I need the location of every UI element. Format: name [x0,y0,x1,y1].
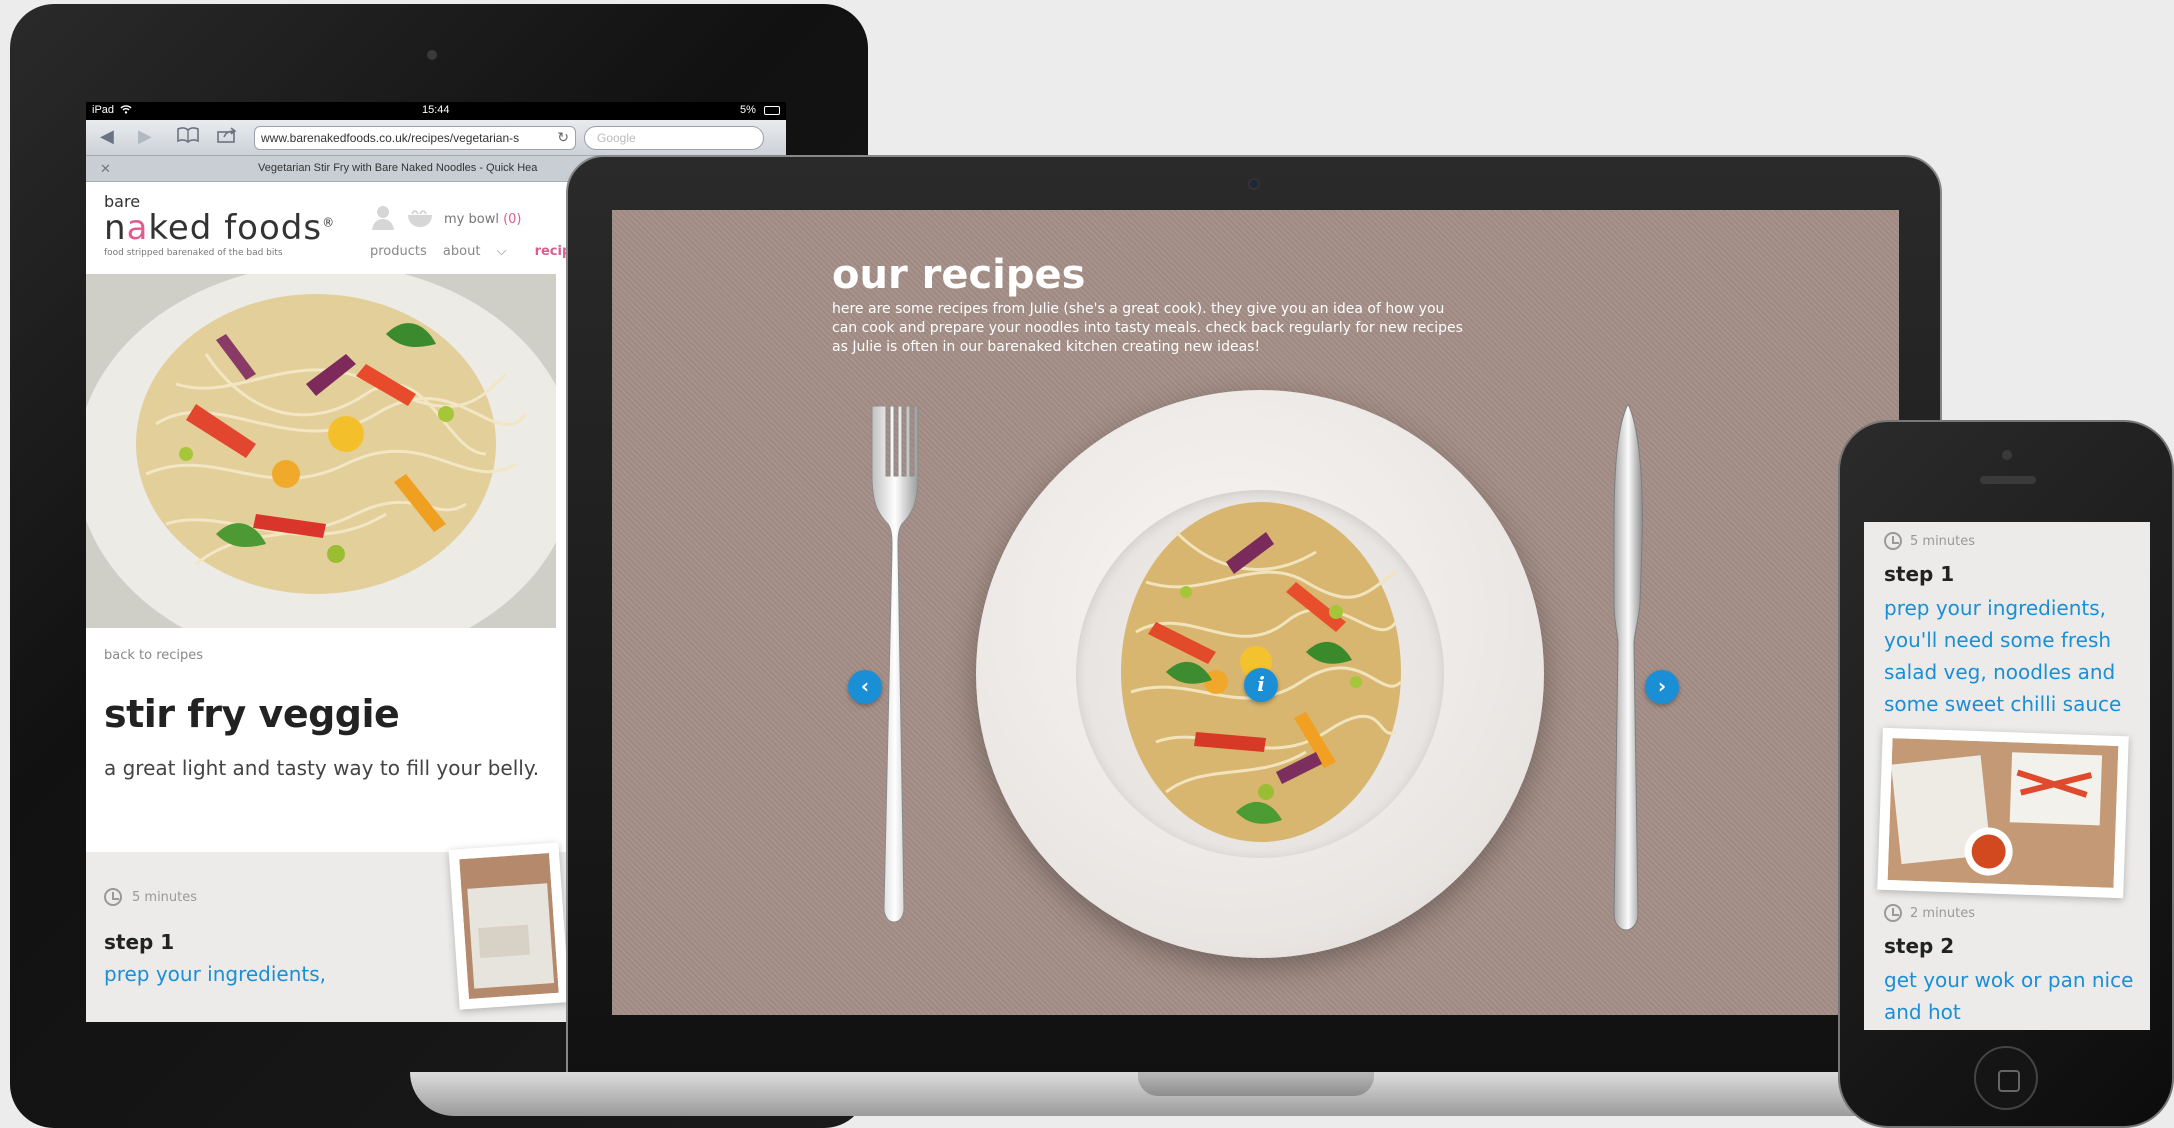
step-photo [448,842,570,1010]
registered-mark: ® [322,215,336,230]
step2-duration: 2 minutes [1910,906,1976,921]
wifi-icon [120,104,132,117]
my-bowl-link[interactable]: my bowl (0) [444,212,522,227]
clock-icon [1884,532,1902,550]
step1-text: prep your ingredients, you'll need some … [1884,596,2122,716]
user-icon[interactable] [370,204,396,230]
step1-heading: step 1 [1884,562,1955,586]
knife-image [1598,402,1658,934]
ios-status-bar: iPad 15:44 5% [86,102,786,120]
status-time: 15:44 [422,104,450,116]
recipe-info-button[interactable]: i [1244,668,1278,702]
next-recipe-button[interactable]: › [1645,670,1679,704]
bookmarks-icon[interactable] [176,126,200,149]
status-carrier: iPad [92,104,115,116]
recipe-subtitle: a great light and tasty way to fill your… [104,756,540,780]
ipad-camera [427,50,437,60]
url-input[interactable]: www.barenakedfoods.co.uk/recipes/vegetar… [254,126,576,150]
search-input[interactable]: Google [584,126,764,150]
close-icon[interactable]: ✕ [100,161,111,177]
nav-about[interactable]: about ⌵ [443,244,519,259]
logo-tagline: food stripped barenaked of the bad bits [104,248,283,258]
my-bowl-label: my bowl [444,212,499,227]
reload-icon[interactable]: ↻ [557,129,569,146]
logo-main-accent: a [126,208,149,248]
url-text: www.barenakedfoods.co.uk/recipes/vegetar… [261,131,520,145]
battery-icon [764,106,780,115]
step-heading: step 1 [104,930,175,954]
macbook-notch [1138,1072,1374,1096]
nav-products[interactable]: products [370,244,427,259]
step2-heading: step 2 [1884,934,1955,958]
page-title: our recipes [832,252,1086,298]
step-text: prep your ingredients, [104,962,327,986]
nav-about-label: about [442,244,481,259]
back-to-recipes-link[interactable]: back to recipes [104,648,203,663]
step2-text: get your wok or pan nice and hot [1884,968,2134,1024]
step-duration: 5 minutes [132,890,198,905]
fork-image [864,405,924,926]
share-icon[interactable] [216,126,238,149]
logo-main-start: n [104,208,127,248]
iphone-camera [2002,450,2012,460]
bowl-icon[interactable] [406,208,434,228]
step1-photo [1877,727,2129,899]
home-button[interactable] [1974,1046,2038,1110]
clock-icon [104,888,122,906]
noodle-dish-image[interactable] [1106,472,1416,862]
logo-main-end: ked foods [148,208,323,248]
prev-recipe-button[interactable]: ‹ [848,670,882,704]
step1-duration: 5 minutes [1910,534,1976,549]
clock-icon [1884,904,1902,922]
status-battery: 5% [740,104,756,116]
tab-title: Vegetarian Stir Fry with Bare Naked Nood… [258,162,538,174]
intro-text: here are some recipes from Julie (she's … [832,301,1463,355]
site-logo[interactable]: naked foods® [104,208,335,248]
safari-toolbar: ◀ ▶ www.barenakedfoods.co.uk/recipes/veg… [86,120,786,156]
recipe-title: stir fry veggie [104,692,400,736]
back-arrow-icon[interactable]: ◀ [100,126,114,147]
forward-arrow-icon[interactable]: ▶ [138,126,152,147]
iphone-screen: 5 minutes step 1 prep your ingredients, … [1864,522,2150,1030]
iphone-speaker [1980,476,2036,484]
hero-noodles-photo [86,274,556,628]
bowl-count: (0) [503,212,522,227]
macbook-camera [1248,178,1260,190]
macbook-screen: our recipes here are some recipes from J… [612,210,1899,1015]
chevron-down-icon: ⌵ [496,244,507,259]
